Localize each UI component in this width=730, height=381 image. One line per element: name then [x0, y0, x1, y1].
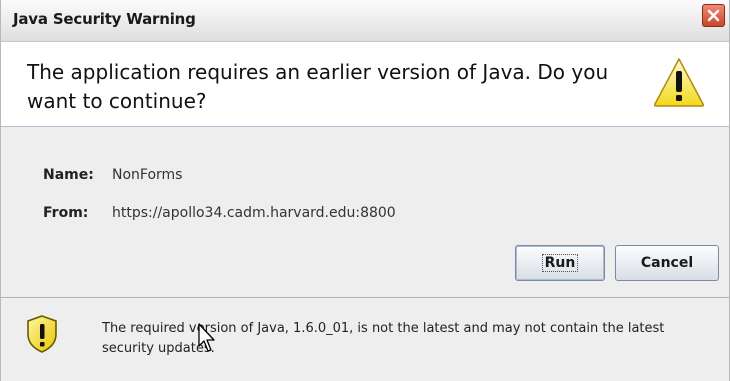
from-value: https://apollo34.cadm.harvard.edu:8800	[112, 205, 396, 221]
footer-message: The required version of Java, 1.6.0_01, …	[102, 321, 665, 356]
warning-triangle-icon	[653, 58, 705, 107]
window-title: Java Security Warning	[13, 10, 196, 28]
close-button[interactable]	[702, 4, 725, 27]
name-value: NonForms	[112, 167, 183, 183]
message-header: The application requires an earlier vers…	[1, 42, 729, 127]
mouse-cursor-icon	[198, 323, 215, 352]
name-label: Name:	[43, 167, 94, 183]
cancel-button-label: Cancel	[640, 255, 694, 271]
run-button[interactable]: Run	[515, 245, 605, 281]
headline-message: The application requires an earlier vers…	[27, 60, 609, 113]
from-label: From:	[43, 205, 89, 221]
shield-warning-icon	[27, 315, 57, 353]
title-bar[interactable]: Java Security Warning	[1, 0, 729, 42]
close-icon	[707, 9, 720, 22]
footer-panel: The required version of Java, 1.6.0_01, …	[1, 298, 729, 381]
cancel-button[interactable]: Cancel	[615, 245, 719, 281]
run-button-label: Run	[541, 254, 579, 272]
java-security-warning-dialog: Java Security Warning The application re…	[0, 0, 730, 381]
